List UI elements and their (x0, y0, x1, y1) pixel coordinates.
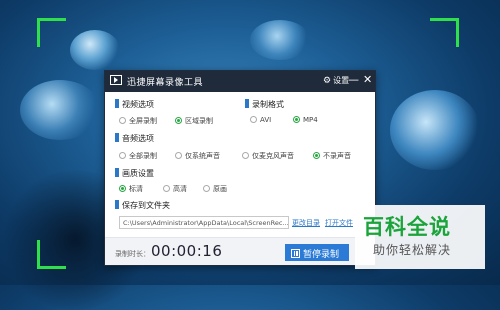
audio-options-heading: 音频选项 (115, 133, 154, 144)
section-marker (115, 99, 119, 108)
background-water-drop (250, 20, 310, 60)
minimize-button[interactable]: — (348, 73, 359, 86)
quality-option-original[interactable]: 原画 (203, 184, 227, 194)
capture-region-corner-top-right[interactable] (430, 18, 459, 47)
video-options-heading: 视频选项 (115, 99, 154, 110)
radio-icon (119, 152, 126, 159)
record-format-label: 录制格式 (252, 100, 284, 109)
option-label: 仅系统声音 (185, 152, 220, 160)
background-water-drop (390, 90, 480, 170)
save-path-field[interactable]: C:\Users\Administrator\AppData\Local\Scr… (119, 216, 289, 229)
video-option-region[interactable]: 区域录制 (175, 116, 213, 126)
audio-option-all[interactable]: 全部录制 (119, 151, 157, 161)
duration-label: 录制时长： (115, 250, 150, 258)
settings-label: 设置 (333, 76, 350, 85)
pause-recording-button[interactable]: 暂停录制 (285, 244, 349, 261)
capture-region-corner-top-left[interactable] (37, 18, 66, 47)
gear-icon: ⚙ (323, 76, 332, 86)
audio-option-system[interactable]: 仅系统声音 (175, 151, 220, 161)
settings-button[interactable]: ⚙ 设置 (323, 75, 349, 86)
pause-icon (291, 249, 300, 258)
audio-option-microphone[interactable]: 仅麦克风声音 (242, 151, 294, 161)
option-label: 区域录制 (185, 117, 213, 125)
background-water-drop (20, 80, 100, 140)
open-folder-link[interactable]: 打开文件 (325, 218, 353, 228)
watermark-logo: 百科全说 (363, 215, 451, 239)
quality-option-sd[interactable]: 标清 (119, 184, 143, 194)
watermark: 百科全说 助你轻松解决 (355, 205, 485, 269)
radio-selected-icon (313, 152, 320, 159)
section-marker (115, 133, 119, 142)
quality-option-hd[interactable]: 高清 (163, 184, 187, 194)
quality-label: 画质设置 (122, 169, 154, 178)
change-directory-link[interactable]: 更改目录 (292, 218, 320, 228)
section-marker (115, 168, 119, 177)
audio-option-none[interactable]: 不录声音 (313, 151, 351, 161)
section-marker (245, 99, 249, 108)
option-label: 仅麦克风声音 (252, 152, 294, 160)
option-label: 原画 (213, 185, 227, 193)
radio-icon (250, 116, 257, 123)
radio-icon (175, 152, 182, 159)
watermark-subtitle: 助你轻松解决 (373, 243, 452, 257)
save-folder-label: 保存到文件夹 (122, 201, 170, 210)
option-label: AVI (260, 116, 272, 124)
radio-selected-icon (293, 116, 300, 123)
radio-icon (203, 185, 210, 192)
close-button[interactable]: ✕ (363, 73, 372, 86)
status-footer: 录制时长： 00:00:16 暂停录制 (105, 237, 375, 265)
radio-selected-icon (175, 117, 182, 124)
record-format-heading: 录制格式 (245, 99, 284, 110)
option-label: 标清 (129, 185, 143, 193)
save-folder-heading: 保存到文件夹 (115, 200, 170, 211)
pause-button-label: 暂停录制 (303, 250, 340, 260)
video-options-label: 视频选项 (122, 100, 154, 109)
radio-selected-icon (119, 185, 126, 192)
radio-icon (163, 185, 170, 192)
option-label: 全屏录制 (129, 117, 157, 125)
radio-icon (119, 117, 126, 124)
capture-region-corner-bottom-left[interactable] (37, 240, 66, 269)
option-label: 高清 (173, 185, 187, 193)
app-logo-icon (110, 75, 122, 85)
format-option-avi[interactable]: AVI (250, 116, 271, 124)
format-option-mp4[interactable]: MP4 (293, 116, 318, 124)
title-bar[interactable]: 迅捷屏幕录像工具 ⚙ 设置 — ✕ (105, 71, 375, 92)
audio-options-label: 音频选项 (122, 134, 154, 143)
video-option-fullscreen[interactable]: 全屏录制 (119, 116, 157, 126)
option-label: 不录声音 (323, 152, 351, 160)
radio-icon (242, 152, 249, 159)
quality-heading: 画质设置 (115, 168, 154, 179)
background-water-drop (70, 30, 120, 70)
option-label: 全部录制 (129, 152, 157, 160)
window-title: 迅捷屏幕录像工具 (127, 78, 204, 88)
recorder-window: 迅捷屏幕录像工具 ⚙ 设置 — ✕ 视频选项 全屏录制 区域录制 录制格式 AVI… (104, 70, 376, 266)
section-marker (115, 200, 119, 209)
option-label: MP4 (303, 116, 318, 124)
recording-timer: 00:00:16 (151, 242, 223, 260)
